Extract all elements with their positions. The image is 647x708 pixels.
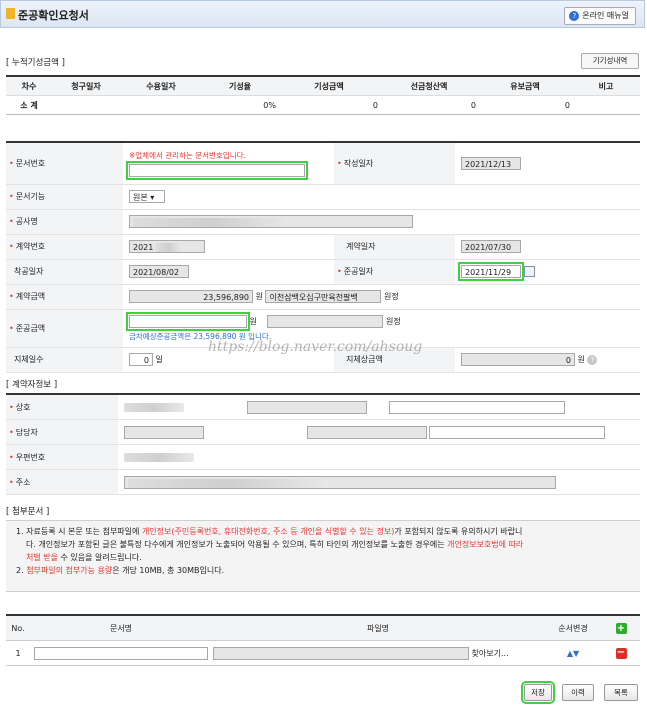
redacted-text [124,402,184,412]
redacted-text [133,218,293,227]
redacted-text [155,243,182,252]
calendar-icon[interactable] [523,266,535,277]
company-field [246,400,367,414]
contract-no-field: 2021 [129,240,205,253]
redacted-text [124,452,194,462]
contract-amount-korean-unit: 원정 [384,292,399,301]
completion-amount-label: • 준공금액 [6,309,123,348]
contract-amount-unit: 원 [255,292,263,301]
online-manual-button[interactable]: ? 온라인 매뉴얼 [564,7,636,25]
doc-no-label: • 문서번호 [6,142,123,185]
list-button[interactable]: 목록 [604,684,638,701]
sum-amount: 0 [278,95,380,115]
online-manual-label: 온라인 매뉴얼 [582,11,629,20]
written-date-label: • 작성일자 [334,142,455,185]
row-no: 1 [6,640,30,666]
col-order: 순서변경 [544,615,602,641]
contract-date-field: 2021/07/30 [461,240,521,253]
doc-function-label: • 문서기능 [6,184,123,210]
delay-penalty-field: 0 [461,353,575,366]
company-extra-field [389,400,566,414]
help-icon: ? [569,10,580,21]
doc-name-input[interactable] [34,646,208,660]
manager-label: • 담당자 [6,419,118,445]
manager-field [124,425,204,439]
redacted-text [128,478,328,488]
contract-no-label: • 계약번호 [6,234,123,260]
col-claim-date: 청구일자 [52,76,120,96]
watermark: https://blog.naver.com/ahsoug [208,339,423,355]
sum-advance: 0 [380,95,478,115]
address-label: • 주소 [6,469,118,495]
pencil-icon [6,8,15,19]
doc-function-select[interactable]: 원본 ▾ [129,190,165,203]
completion-date-label: • 준공일자 [334,259,455,285]
col-amount: 기성금액 [278,76,380,96]
contract-amount-label: • 계약금액 [6,284,123,310]
save-button[interactable]: 저장 [521,681,555,704]
file-name-field [213,646,469,660]
title-bar: 준공확인요청서 ? 온라인 매뉴얼 [0,0,645,28]
start-date-field: 2021/08/02 [129,265,189,278]
page-title: 준공확인요청서 [18,9,89,22]
col-doc-name: 문서명 [30,615,212,641]
completion-amount-unit: 원 [249,316,257,326]
col-advance: 선금청산액 [380,76,478,96]
delay-days-input[interactable]: 0 [129,353,153,366]
privacy-notice: 1. 자료등록 시 본문 또는 첨부파일에 개인정보(주민등록번호, 휴대전화번… [6,520,640,592]
col-no: No. [6,615,30,641]
contract-date-label: 계약일자 [334,234,455,260]
company-label: • 상호 [6,394,118,420]
order-arrows-icon[interactable]: ▲▼ [544,640,602,666]
address-field [124,475,556,489]
delay-days-unit: 일 [155,355,163,364]
completion-amount-input[interactable] [126,311,250,331]
col-remark: 비고 [572,76,640,96]
completion-amount-korean-unit: 원정 [386,316,401,326]
postal-code-label: • 우편번호 [6,444,118,470]
doc-no-input[interactable] [126,160,308,180]
sum-retention: 0 [478,95,572,115]
project-name-field [129,215,413,228]
contractor-section-heading: [ 계약자정보 ] [6,380,58,390]
progress-section-heading: [ 누적기성금액 ] [6,58,65,68]
contract-amount-field: 23,596,890 [129,290,253,303]
request-form: • 문서번호 ※업체에서 관리하는 문서번호입니다. • 작성일자 2021/12/… [6,141,640,373]
info-icon[interactable]: ? [587,355,598,365]
manager-email-field [429,425,606,439]
chevron-down-icon: ▾ [150,193,155,202]
sum-label: 소 계 [6,95,52,115]
remove-row-icon[interactable]: − [615,647,627,659]
attachment-section-heading: [ 첨부문서 ] [6,507,50,517]
written-date-field: 2021/12/13 [461,156,521,170]
progress-table: 차수 청구일자 수용일자 기성율 기성금액 선금청산액 유보금액 비고 소 계 … [6,75,640,115]
start-date-label: 착공일자 [6,259,123,285]
col-file-name: 파일명 [212,615,544,641]
col-round: 차수 [6,76,52,96]
completion-date-input[interactable]: 2021/11/29 [458,262,524,281]
manager-phone-field [306,425,427,439]
attachment-row: 1 찾아보기... ▲▼ − [6,640,640,666]
contractor-table: • 상호 • 담당자 • 우편번호 • 주소 [6,393,640,495]
col-accept-date: 수용일자 [120,76,202,96]
completion-amount-korean [267,314,384,328]
col-retention: 유보금액 [478,76,572,96]
history-button[interactable]: 이력 [562,684,594,701]
doc-no-note: ※업체에서 관리하는 문서번호입니다. [129,150,246,160]
contract-amount-korean: 이천삼백오십구만육천팔백 [265,290,382,303]
sum-rate: 0% [202,95,278,115]
attachment-table: No. 문서명 파일명 순서변경 + 1 찾아보기... ▲▼ − [6,614,640,666]
col-rate: 기성율 [202,76,278,96]
project-name-label: • 공사명 [6,209,123,235]
history-list-button[interactable]: 기기성내역 [581,53,639,69]
browse-button[interactable]: 찾아보기... [472,649,509,658]
add-row-icon[interactable]: + [615,622,627,634]
delay-penalty-unit: 원 [577,355,585,364]
delay-days-label: 지체일수 [6,347,123,373]
